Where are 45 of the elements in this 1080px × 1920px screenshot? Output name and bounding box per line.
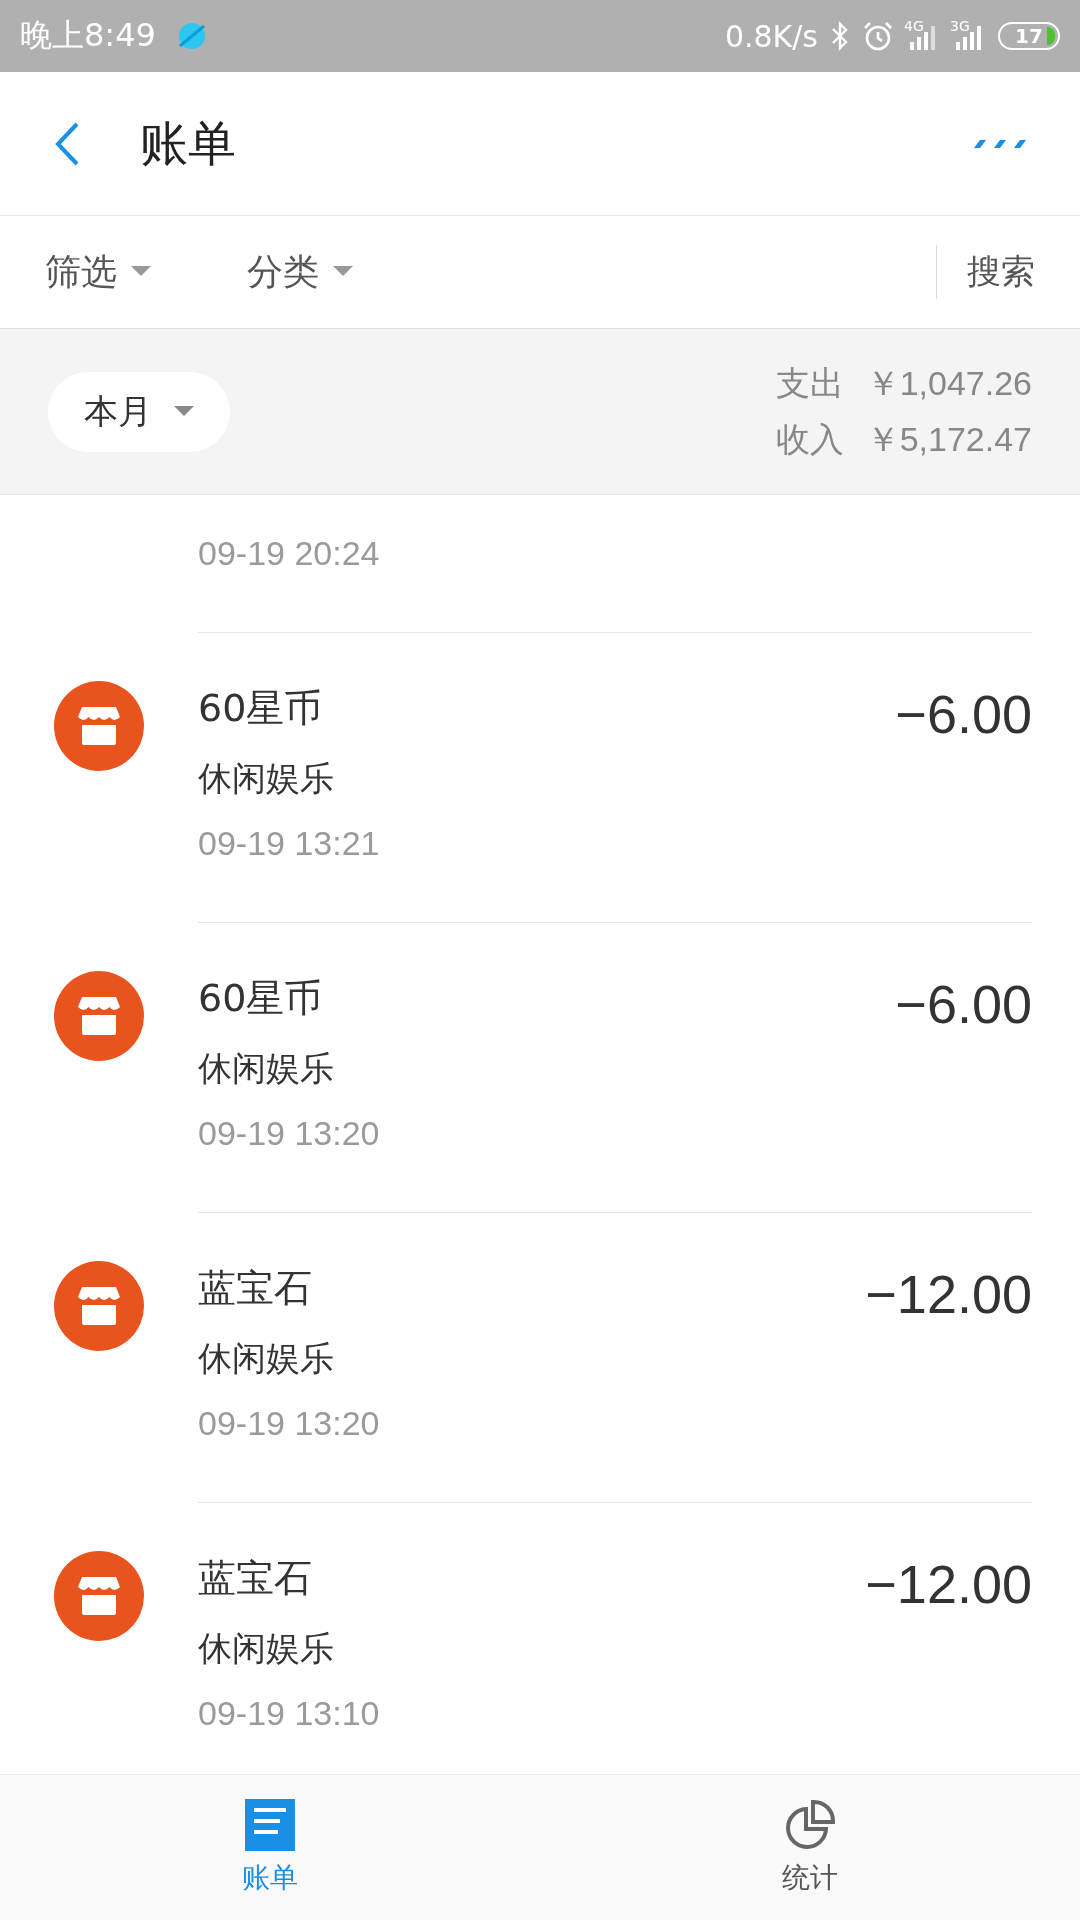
transaction-amount: −6.00 [895, 683, 1032, 745]
clock: 晚上8:49 [20, 15, 156, 56]
shop-icon [54, 971, 144, 1061]
alarm-icon [862, 20, 894, 52]
transaction-title: 60星币 [198, 685, 324, 732]
caret-icon [131, 266, 151, 278]
search-button[interactable]: 搜索 [967, 249, 1035, 295]
transaction-title: 60星币 [198, 975, 324, 1022]
shop-icon [54, 1261, 144, 1351]
transaction-category: 休闲娱乐 [198, 1337, 335, 1380]
caret-icon [174, 405, 194, 418]
income-total: ￥5,172.47 [865, 418, 1032, 460]
transaction-category: 休闲娱乐 [198, 1627, 335, 1670]
transaction-title: 蓝宝石 [198, 1555, 313, 1602]
back-icon[interactable] [54, 120, 80, 167]
filter-dropdown[interactable]: 筛选 [45, 247, 151, 297]
expense-label: 支出 [775, 362, 844, 404]
transaction-time: 09-19 20:24 [198, 534, 380, 573]
transaction-amount: −6.00 [895, 973, 1032, 1035]
transaction-category: 休闲娱乐 [198, 1047, 335, 1090]
caret-icon [333, 266, 353, 278]
pie-chart-icon [784, 1798, 836, 1851]
shop-icon [54, 1551, 144, 1641]
expense-total: ￥1,047.26 [865, 362, 1032, 404]
transaction-amount: −12.00 [865, 1553, 1032, 1615]
transaction-time: 09-19 13:10 [198, 1694, 381, 1733]
period-dropdown[interactable]: 本月 [48, 371, 230, 452]
battery-indicator: 17 [998, 22, 1060, 50]
nav-tab[interactable]: 统计 [540, 1775, 1080, 1920]
shop-icon [54, 681, 144, 771]
transaction-time: 09-19 13:21 [198, 824, 381, 863]
transaction-amount: −12.00 [865, 1263, 1032, 1325]
network-speed: 0.8K/s [724, 18, 818, 54]
transaction-category: 休闲娱乐 [198, 757, 335, 800]
transaction-time: 09-19 13:20 [198, 1404, 381, 1443]
transaction-row[interactable]: 60星币 休闲娱乐 09-19 13:21 −6.00 [0, 633, 1080, 923]
document-icon [245, 1798, 295, 1851]
bluetooth-icon [830, 20, 850, 52]
income-label: 收入 [775, 418, 844, 460]
transaction-title: 蓝宝石 [198, 1265, 313, 1312]
transaction-row[interactable]: 60星币 休闲娱乐 09-19 13:20 −6.00 [0, 923, 1080, 1213]
page-title: 账单 [140, 113, 236, 173]
filter-dropdown[interactable]: 分类 [247, 247, 353, 297]
transaction-time: 09-19 13:20 [198, 1114, 381, 1153]
transaction-row[interactable]: 蓝宝石 休闲娱乐 09-19 13:20 −12.00 [0, 1213, 1080, 1503]
